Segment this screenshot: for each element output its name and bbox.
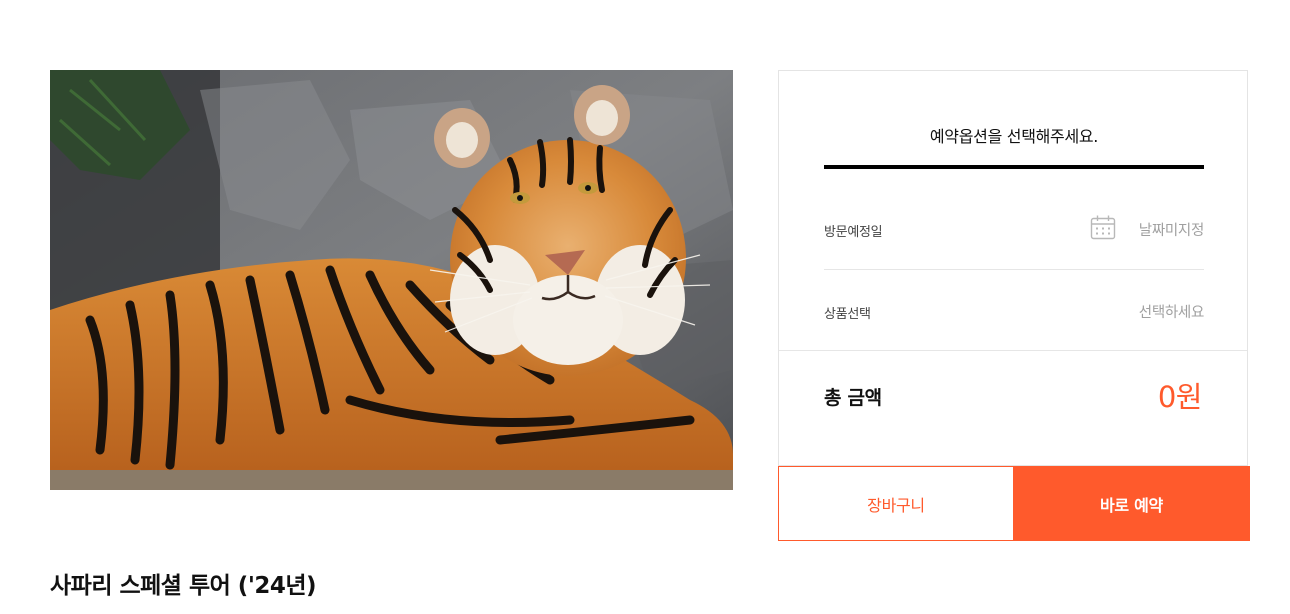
product-detail-page: 사파리 스페셜 투어 ('24년) 예약옵션을 선택해주세요. 방문예정일 날짜… xyxy=(0,0,1290,614)
panel-divider xyxy=(779,350,1247,351)
add-to-cart-button[interactable]: 장바구니 xyxy=(778,466,1014,541)
booking-options-heading: 예약옵션을 선택해주세요. xyxy=(929,127,1099,146)
heading-divider xyxy=(824,165,1204,169)
product-image xyxy=(50,70,733,490)
visit-date-label: 방문예정일 xyxy=(824,225,883,240)
row-divider xyxy=(824,269,1204,270)
total-amount-value: 0원 xyxy=(1157,380,1203,414)
calendar-icon[interactable] xyxy=(1090,214,1116,240)
product-select-row[interactable]: 상품선택 선택하세요 xyxy=(824,291,1204,331)
product-select-label: 상품선택 xyxy=(824,307,871,322)
visit-date-row[interactable]: 방문예정일 날짜미지정 xyxy=(824,209,1204,249)
total-amount-label: 총 금액 xyxy=(824,387,882,409)
product-title: 사파리 스페셜 투어 ('24년) xyxy=(50,573,317,599)
visit-date-value[interactable]: 날짜미지정 xyxy=(1139,219,1205,240)
product-select-value[interactable]: 선택하세요 xyxy=(1139,301,1205,322)
booking-options-panel: 예약옵션을 선택해주세요. 방문예정일 날짜미지정 상품선택 선택하세요 총 금… xyxy=(778,70,1248,466)
book-now-button[interactable]: 바로 예약 xyxy=(1013,466,1250,541)
